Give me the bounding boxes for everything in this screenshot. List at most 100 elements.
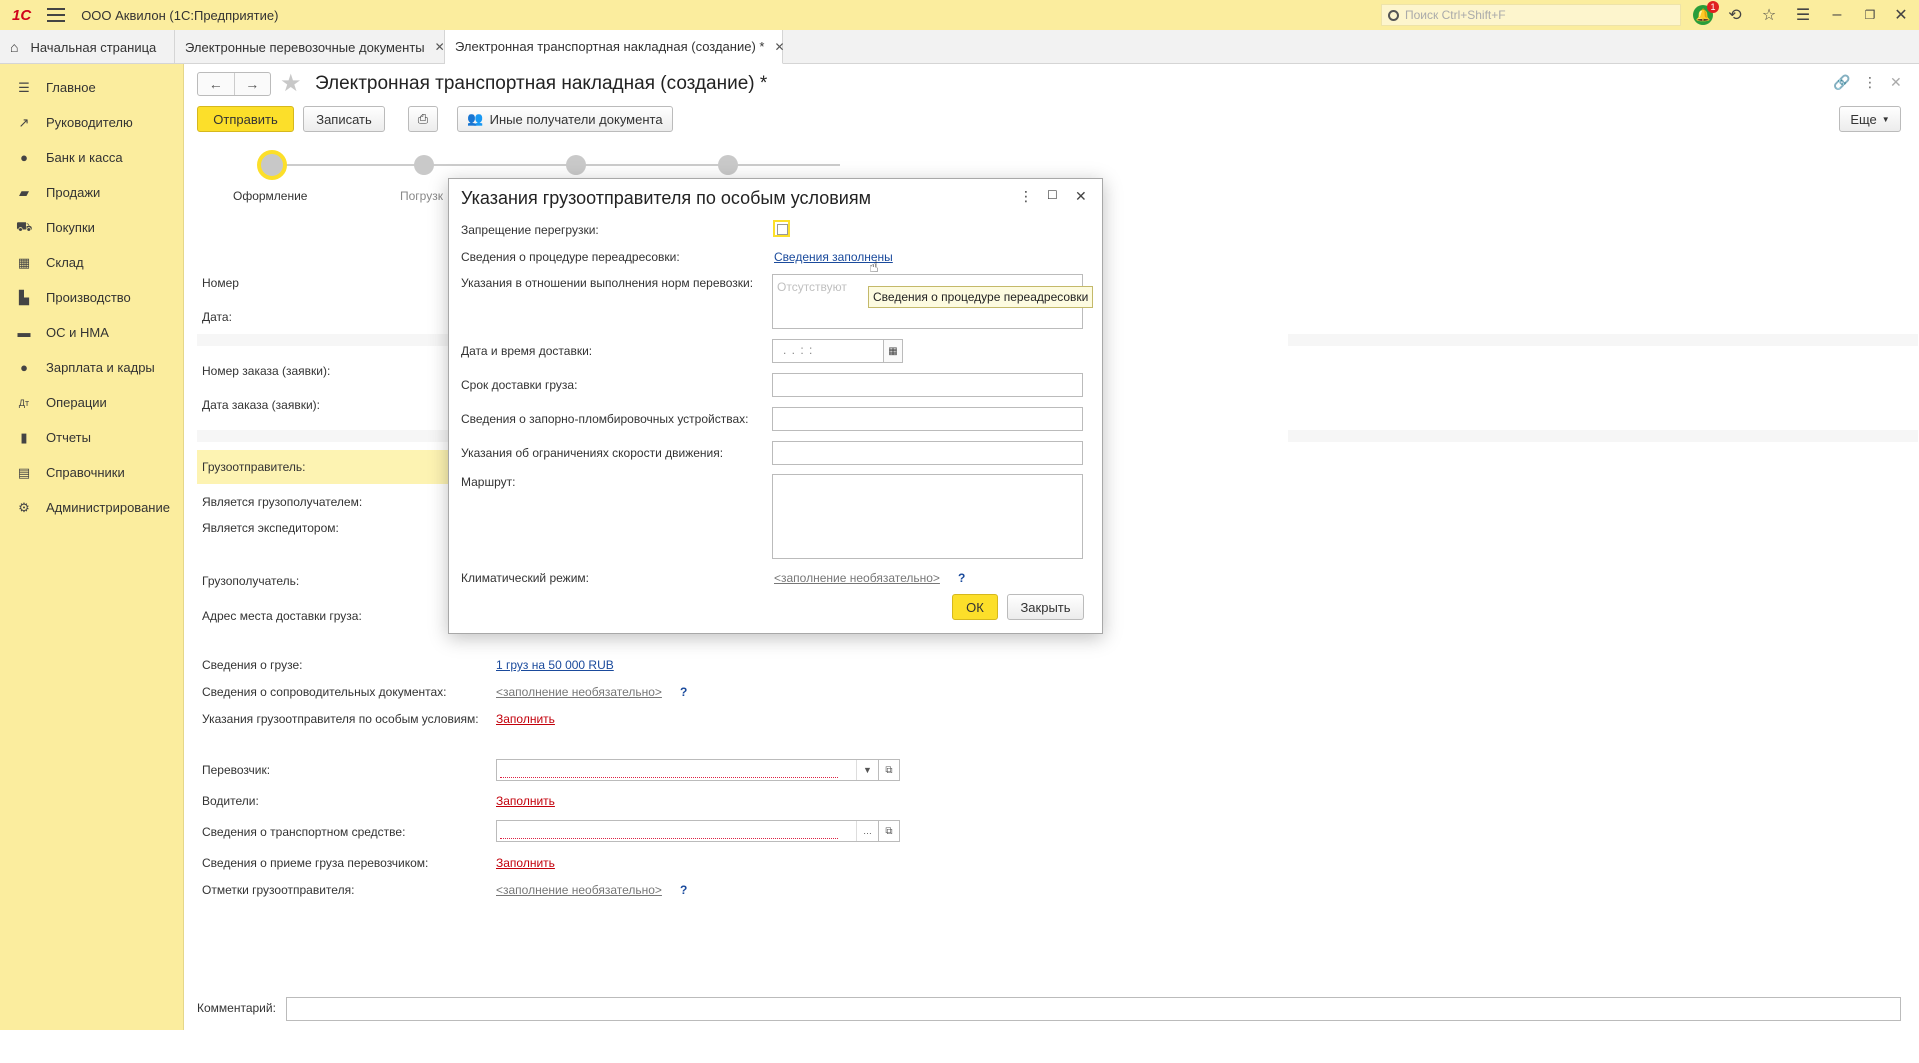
other-recipients-button[interactable]: 👥 Иные получатели документа (457, 106, 673, 132)
tooltip: Сведения о процедуре переадресовки (868, 286, 1094, 308)
vehicle-field[interactable]: … ⧉ (496, 820, 900, 842)
sidebar-item-warehouse[interactable]: ▦ Склад (0, 245, 183, 280)
hand-cursor-icon: ☝ (869, 259, 879, 276)
history-icon[interactable]: ⟲ (1724, 4, 1746, 26)
sidebar-item-label: Покупки (46, 220, 95, 235)
tab-ettn-create[interactable]: Электронная транспортная накладная (созд… (445, 30, 785, 64)
speed-limits-field[interactable] (772, 441, 1083, 465)
link-icon[interactable]: 🔗 (1833, 74, 1850, 91)
acceptance-label: Сведения о приеме груза перевозчиком: (202, 856, 429, 870)
step-dot[interactable] (718, 155, 738, 175)
more-button[interactable]: Еще ▼ (1839, 106, 1901, 132)
special-conditions-link[interactable]: Заполнить (496, 712, 555, 726)
sidebar-item-catalogs[interactable]: ▤ Справочники (0, 455, 183, 490)
route-label: Маршрут: (461, 475, 516, 489)
close-tab-icon[interactable]: ✕ (435, 40, 445, 54)
consignee-label: Грузополучатель: (202, 574, 300, 588)
sidebar-item-reports[interactable]: ▮ Отчеты (0, 420, 183, 455)
delivery-datetime-field[interactable]: . . : : ▦ (772, 339, 903, 363)
sidebar-item-label: ОС и НМА (46, 325, 109, 340)
minimize-icon[interactable]: – (1826, 4, 1848, 26)
other-recipients-label: Иные получатели документа (489, 111, 663, 127)
delivery-term-field[interactable] (772, 373, 1083, 397)
close-button[interactable]: Закрыть (1007, 594, 1084, 620)
notifications-badge: 1 (1707, 1, 1719, 13)
open-icon[interactable]: ⧉ (878, 820, 900, 842)
help-icon[interactable]: ? (680, 883, 687, 897)
dialog-title: Указания грузоотправителя по особым усло… (461, 188, 871, 208)
reload-ban-checkbox[interactable] (773, 220, 790, 237)
dialog-close-icon[interactable]: ✕ (1075, 188, 1087, 205)
sidebar-item-purchases[interactable]: ⛟ Покупки (0, 210, 183, 245)
dt-kt-icon: Дт (18, 397, 30, 408)
grid-icon: ▦ (17, 254, 31, 270)
drivers-link[interactable]: Заполнить (496, 794, 555, 808)
truck-icon: ▬ (17, 325, 31, 340)
restore-icon[interactable]: ❐ (1859, 4, 1881, 26)
sidebar-item-production[interactable]: ▙ Производство (0, 280, 183, 315)
book-icon: ▤ (17, 464, 31, 480)
list-icon: ☰ (18, 79, 30, 95)
save-button[interactable]: Записать (303, 106, 385, 132)
tab-bar: ⌂ Начальная страница Электронные перевоз… (0, 30, 1919, 64)
main-menu-icon[interactable] (47, 8, 66, 22)
sidebar-item-bank[interactable]: ● Банк и касса (0, 140, 183, 175)
sidebar-item-salary[interactable]: ● Зарплата и кадры (0, 350, 183, 385)
search-input[interactable]: Поиск Ctrl+Shift+F (1381, 4, 1681, 26)
tab-label: Электронная транспортная накладная (созд… (455, 39, 765, 54)
sidebar-item-fixed-assets[interactable]: ▬ ОС и НМА (0, 315, 183, 350)
notifications-icon[interactable]: 🔔 1 (1693, 1, 1719, 25)
drivers-label: Водители: (202, 794, 259, 808)
sidebar-item-manager[interactable]: ↗ Руководителю (0, 105, 183, 140)
factory-icon: ▙ (19, 289, 29, 305)
delivery-address-label: Адрес места доставки груза: (202, 609, 362, 623)
forward-arrow-icon[interactable]: → (235, 73, 271, 95)
sidebar-item-label: Администрирование (46, 500, 170, 515)
dropdown-arrow-icon[interactable]: ▼ (856, 760, 878, 780)
favorite-star-icon[interactable]: ★ (280, 69, 302, 98)
sidebar-item-admin[interactable]: ⚙ Администрирование (0, 490, 183, 525)
sidebar-item-sales[interactable]: ▰ Продажи (0, 175, 183, 210)
accompanying-docs-link[interactable]: <заполнение необязательно> (496, 685, 662, 699)
calendar-icon[interactable]: ▦ (883, 339, 903, 363)
favorites-icon[interactable]: ☆ (1758, 4, 1780, 26)
close-tab-icon[interactable]: ✕ (774, 40, 784, 54)
open-icon[interactable]: ⧉ (878, 759, 900, 781)
is-consignee-label: Является грузополучателем: (202, 495, 363, 509)
back-arrow-icon[interactable]: ← (198, 73, 235, 95)
dialog-more-icon[interactable]: ⋮ (1019, 188, 1033, 205)
cart-icon: ⛟ (16, 218, 33, 234)
acceptance-link[interactable]: Заполнить (496, 856, 555, 870)
sidebar-item-operations[interactable]: Дт Операции (0, 385, 183, 420)
gear-icon: ⚙ (18, 499, 30, 515)
send-button[interactable]: Отправить (197, 106, 294, 132)
select-ellipsis-icon[interactable]: … (856, 821, 878, 841)
help-icon[interactable]: ? (680, 685, 687, 699)
separator (197, 334, 467, 346)
comment-input[interactable] (286, 997, 1901, 1021)
step-dot-active[interactable] (257, 150, 287, 180)
carrier-label: Перевозчик: (202, 763, 271, 777)
close-form-icon[interactable]: ✕ (1890, 74, 1902, 91)
carrier-field[interactable]: ▼ ⧉ (496, 759, 900, 781)
step-dot[interactable] (566, 155, 586, 175)
close-window-icon[interactable]: ✕ (1890, 4, 1912, 26)
app-logo: 1С (12, 6, 32, 24)
sidebar-item-main[interactable]: ☰ Главное (0, 70, 183, 105)
sidebar-item-label: Операции (46, 395, 107, 410)
cargo-info-link[interactable]: 1 груз на 50 000 RUB (496, 658, 614, 672)
route-field[interactable] (772, 474, 1083, 559)
help-icon[interactable]: ? (958, 571, 965, 585)
settings-menu-icon[interactable]: ☰ (1792, 4, 1814, 26)
step-dot[interactable] (414, 155, 434, 175)
seal-devices-field[interactable] (772, 407, 1083, 431)
tab-electronic-docs[interactable]: Электронные перевозочные документы ✕ (175, 30, 445, 64)
tab-home[interactable]: ⌂ Начальная страница (0, 30, 175, 64)
dialog-maximize-icon[interactable]: ☐ (1047, 188, 1058, 202)
more-actions-icon[interactable]: ⋮ (1863, 74, 1877, 91)
print-button[interactable]: ⎙ (408, 106, 438, 132)
sidebar-item-label: Банк и касса (46, 150, 123, 165)
ok-button[interactable]: ОК (952, 594, 998, 620)
climate-link[interactable]: <заполнение необязательно> (774, 571, 940, 585)
shipper-marks-link[interactable]: <заполнение необязательно> (496, 883, 662, 897)
